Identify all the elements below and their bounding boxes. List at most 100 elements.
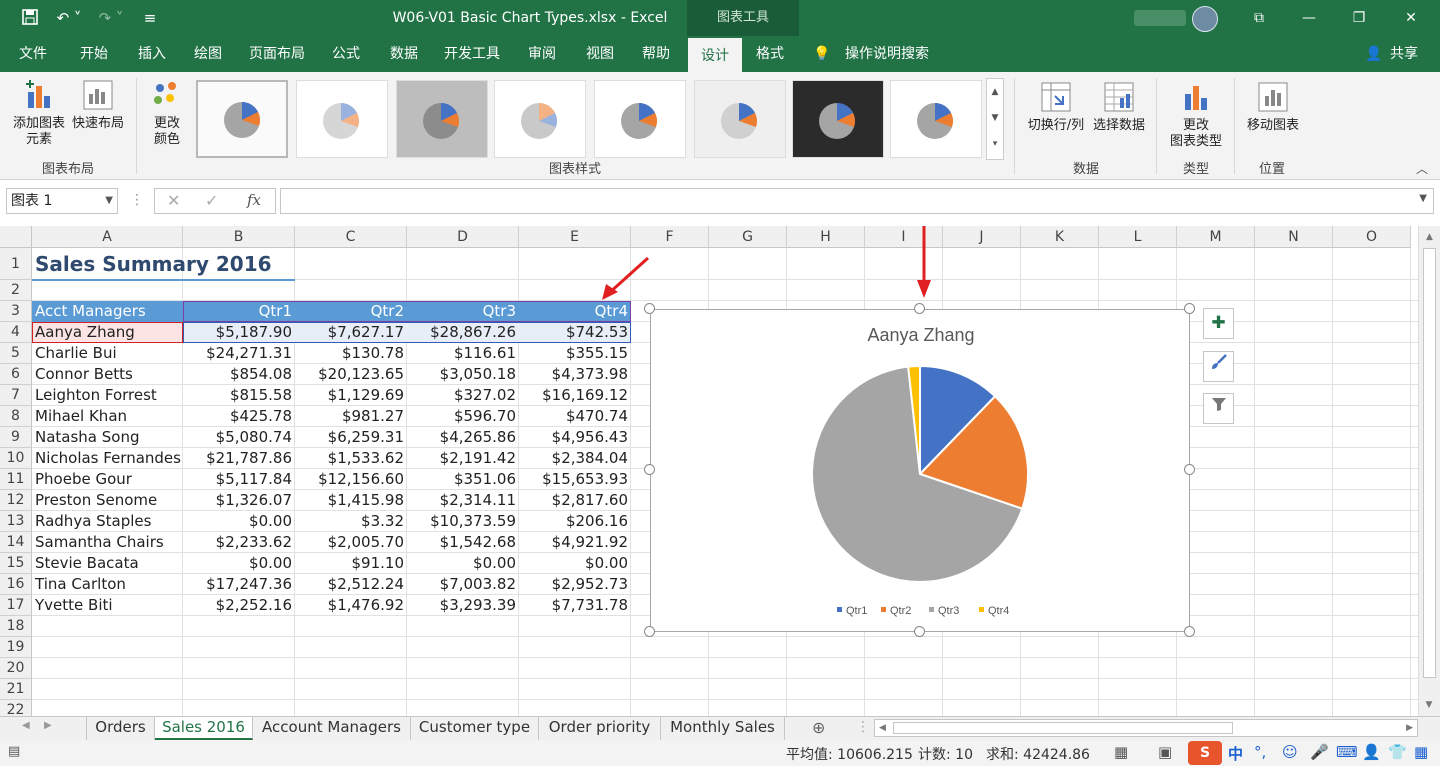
ime-logo-icon[interactable]: S xyxy=(1188,741,1222,765)
add-sheet-icon[interactable]: ⊕ xyxy=(812,718,825,737)
tab-scroll-left-icon[interactable]: ◀ xyxy=(22,720,30,731)
change-colors-button[interactable]: 更改 颜色 xyxy=(142,78,192,148)
table-cell[interactable]: $4,373.98 xyxy=(519,364,631,385)
sheet-tab-monthly-sales[interactable]: Monthly Sales xyxy=(661,717,785,740)
quick-layout-button[interactable]: 快速布局 xyxy=(70,78,126,132)
scroll-down-icon[interactable]: ▼ xyxy=(1419,694,1439,716)
sheet-tab-order-priority[interactable]: Order priority xyxy=(539,717,661,740)
table-cell[interactable]: $20,123.65 xyxy=(295,364,407,385)
gallery-more-icon[interactable]: ▾ xyxy=(987,131,1003,157)
chart-style-5[interactable] xyxy=(594,80,686,158)
row-header[interactable]: 9 xyxy=(0,427,32,448)
tab-file[interactable]: 文件 xyxy=(10,36,56,72)
table-cell[interactable]: $981.27 xyxy=(295,406,407,427)
row-header[interactable]: 7 xyxy=(0,385,32,406)
page-layout-view-icon[interactable]: ▣ xyxy=(1158,743,1172,761)
sheet-tab-sales-2016[interactable]: Sales 2016 xyxy=(155,717,253,740)
normal-view-icon[interactable]: ▦ xyxy=(1114,743,1128,761)
legend-entry[interactable]: Qtr2 xyxy=(890,605,911,617)
ribbon-display-icon[interactable]: ⧉ xyxy=(1234,0,1284,36)
table-cell[interactable]: $1,129.69 xyxy=(295,385,407,406)
row-header[interactable]: 8 xyxy=(0,406,32,427)
row-header[interactable]: 3 xyxy=(0,301,32,322)
table-cell[interactable]: $2,005.70 xyxy=(295,532,407,553)
gallery-scroll[interactable]: ▲ ▼ ▾ xyxy=(986,78,1004,160)
punctuation-icon[interactable]: °, xyxy=(1254,743,1266,761)
table-cell[interactable]: Phoebe Gour xyxy=(32,469,183,490)
column-header[interactable]: L xyxy=(1099,226,1177,248)
table-cell[interactable]: $3.32 xyxy=(295,511,407,532)
table-cell[interactable]: $2,252.16 xyxy=(183,595,295,616)
table-cell[interactable]: $17,247.36 xyxy=(183,574,295,595)
chart-style-6[interactable] xyxy=(694,80,786,158)
table-cell[interactable]: $4,921.92 xyxy=(519,532,631,553)
column-header[interactable]: K xyxy=(1021,226,1099,248)
table-cell[interactable]: $0.00 xyxy=(407,553,519,574)
column-header[interactable]: B xyxy=(183,226,295,248)
chart-elements-button[interactable]: ✚ xyxy=(1203,308,1234,339)
table-cell[interactable]: Nicholas Fernandes xyxy=(32,448,183,469)
table-cell[interactable]: Charlie Bui xyxy=(32,343,183,364)
row-header[interactable]: 18 xyxy=(0,616,32,637)
share-button[interactable]: 共享 xyxy=(1386,36,1422,72)
resize-handle[interactable] xyxy=(914,626,925,637)
table-cell[interactable]: $116.61 xyxy=(407,343,519,364)
sheet-tab-customer-type[interactable]: Customer type xyxy=(411,717,539,740)
keyboard-icon[interactable]: ⌨ xyxy=(1336,743,1358,761)
tab-insert[interactable]: 插入 xyxy=(128,36,176,72)
sheet-title[interactable]: Sales Summary 2016 xyxy=(32,248,292,280)
table-cell[interactable]: Samantha Chairs xyxy=(32,532,183,553)
row-header[interactable]: 20 xyxy=(0,658,32,679)
tab-help[interactable]: 帮助 xyxy=(632,36,680,72)
scroll-up-icon[interactable]: ▲ xyxy=(1419,226,1440,248)
column-header[interactable]: M xyxy=(1177,226,1255,248)
table-cell[interactable]: Radhya Staples xyxy=(32,511,183,532)
table-cell[interactable]: $16,169.12 xyxy=(519,385,631,406)
select-all-corner[interactable] xyxy=(0,226,32,248)
table-cell[interactable]: $7,003.82 xyxy=(407,574,519,595)
table-cell[interactable]: $15,653.93 xyxy=(519,469,631,490)
column-header[interactable]: D xyxy=(407,226,519,248)
table-cell[interactable]: $4,265.86 xyxy=(407,427,519,448)
table-cell[interactable]: $3,293.39 xyxy=(407,595,519,616)
table-cell[interactable]: $206.16 xyxy=(519,511,631,532)
table-cell[interactable]: $351.06 xyxy=(407,469,519,490)
table-cell[interactable]: $1,326.07 xyxy=(183,490,295,511)
row-header[interactable]: 14 xyxy=(0,532,32,553)
pie-chart[interactable]: Aanya Zhang Qtr1 Qtr2 Qtr3 Qtr4 xyxy=(650,309,1190,632)
close-icon[interactable]: ✕ xyxy=(1386,0,1436,36)
formula-input[interactable]: ▼ xyxy=(280,188,1434,214)
table-cell[interactable]: $470.74 xyxy=(519,406,631,427)
table-cell[interactable]: Yvette Biti xyxy=(32,595,183,616)
resize-handle[interactable] xyxy=(914,303,925,314)
table-cell[interactable]: $596.70 xyxy=(407,406,519,427)
row-header[interactable]: 17 xyxy=(0,595,32,616)
table-cell[interactable]: $10,373.59 xyxy=(407,511,519,532)
table-cell[interactable]: $425.78 xyxy=(183,406,295,427)
shirt-icon[interactable]: 👕 xyxy=(1388,743,1407,761)
row-header[interactable]: 2 xyxy=(0,280,32,301)
chart-title[interactable]: Aanya Zhang xyxy=(867,325,974,345)
table-cell[interactable]: $327.02 xyxy=(407,385,519,406)
scroll-left-icon[interactable]: ◀ xyxy=(879,720,886,736)
tab-data[interactable]: 数据 xyxy=(380,36,428,72)
row-header[interactable]: 1 xyxy=(0,248,32,280)
tab-design[interactable]: 设计 xyxy=(688,38,742,72)
row-header[interactable]: 21 xyxy=(0,679,32,700)
table-cell[interactable]: $5,117.84 xyxy=(183,469,295,490)
table-cell[interactable]: $6,259.31 xyxy=(295,427,407,448)
tell-me-search[interactable]: 操作说明搜索 xyxy=(840,36,934,72)
chart-style-8[interactable] xyxy=(890,80,982,158)
row-header[interactable]: 11 xyxy=(0,469,32,490)
insert-function-icon[interactable]: fx xyxy=(247,191,261,209)
row-header[interactable]: 5 xyxy=(0,343,32,364)
row-header[interactable]: 10 xyxy=(0,448,32,469)
table-cell[interactable]: $854.08 xyxy=(183,364,295,385)
grid-menu-icon[interactable]: ▦ xyxy=(1414,743,1428,761)
resize-handle[interactable] xyxy=(644,464,655,475)
table-cell[interactable]: Connor Betts xyxy=(32,364,183,385)
table-cell[interactable]: $815.58 xyxy=(183,385,295,406)
row-header[interactable]: 15 xyxy=(0,553,32,574)
minimize-icon[interactable]: — xyxy=(1284,0,1334,36)
tab-developer[interactable]: 开发工具 xyxy=(436,36,508,72)
